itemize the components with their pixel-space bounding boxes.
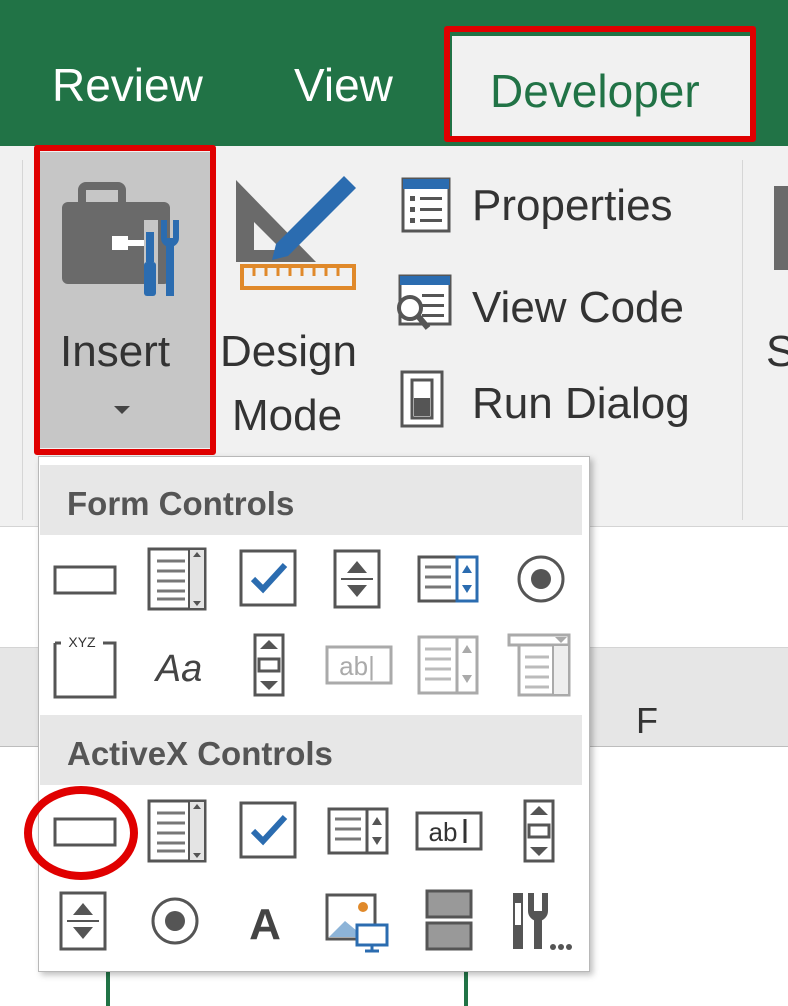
form-list-box-icon[interactable] — [413, 543, 485, 615]
form-text-field-icon[interactable]: ab| — [323, 629, 395, 701]
insert-controls-dropdown: Form Controls ActiveX Controls XYZ Aa ab… — [38, 456, 590, 972]
activex-more-controls-icon[interactable] — [501, 885, 573, 957]
activex-check-box-icon[interactable] — [233, 795, 305, 867]
activex-controls-header: ActiveX Controls — [40, 715, 582, 785]
label-form-glyph: Aa — [154, 648, 202, 690]
view-code-button[interactable]: View Code — [392, 272, 722, 342]
group-box-glyph: XYZ — [68, 634, 96, 650]
truncated-group-icon — [774, 186, 788, 270]
group-separator — [22, 160, 23, 520]
developer-tab-highlight — [444, 26, 756, 142]
view-code-label: View Code — [472, 283, 684, 332]
form-label-icon[interactable]: Aa — [143, 629, 215, 701]
tab-view[interactable]: View — [294, 62, 393, 108]
design-mode-label-line1: Design — [220, 327, 357, 376]
form-combo-list-edit-icon[interactable] — [413, 629, 485, 701]
activex-text-box-icon[interactable]: ab — [413, 795, 485, 867]
form-scroll-bar-icon[interactable] — [233, 629, 305, 701]
activex-combo-box-icon[interactable] — [143, 795, 215, 867]
activex-scroll-bar-icon[interactable] — [503, 795, 575, 867]
activex-option-button-icon[interactable] — [139, 885, 211, 957]
design-mode-label-line2: Mode — [232, 391, 343, 440]
activex-controls-title: ActiveX Controls — [67, 735, 333, 772]
label-activex-glyph: A — [249, 900, 281, 949]
form-combo-drop-down-edit-icon[interactable] — [505, 629, 577, 701]
design-mode-icon[interactable] — [232, 172, 360, 294]
run-dialog-label: Run Dialog — [472, 379, 690, 428]
group-separator — [742, 160, 743, 520]
form-group-box-icon[interactable]: XYZ — [49, 629, 121, 701]
run-dialog-button[interactable]: Run Dialog — [398, 368, 728, 438]
form-combo-box-icon[interactable] — [143, 543, 215, 615]
tab-review[interactable]: Review — [52, 62, 203, 108]
column-f-header[interactable]: F — [636, 700, 658, 742]
truncated-group-label: S — [766, 327, 788, 376]
activex-spin-button-icon[interactable] — [49, 885, 121, 957]
form-option-button-icon[interactable] — [505, 543, 577, 615]
activex-image-icon[interactable] — [321, 885, 393, 957]
text-box-glyph: ab — [429, 817, 458, 847]
form-controls-header: Form Controls — [40, 465, 582, 535]
text-field-glyph: ab| — [339, 651, 375, 681]
activex-list-box-icon[interactable] — [323, 795, 395, 867]
command-button-highlight-circle — [24, 786, 138, 880]
activex-label-icon[interactable]: A — [229, 885, 301, 957]
view-code-icon — [397, 274, 452, 330]
form-button-icon[interactable] — [49, 543, 121, 615]
run-dialog-icon — [400, 370, 444, 428]
form-controls-title: Form Controls — [67, 485, 295, 522]
properties-icon — [401, 177, 451, 233]
properties-label: Properties — [472, 181, 673, 230]
insert-button-highlight — [34, 145, 216, 455]
form-spin-button-icon[interactable] — [323, 543, 395, 615]
properties-button[interactable]: Properties — [396, 176, 716, 246]
form-check-box-icon[interactable] — [233, 543, 305, 615]
activex-toggle-button-icon[interactable] — [413, 885, 485, 957]
